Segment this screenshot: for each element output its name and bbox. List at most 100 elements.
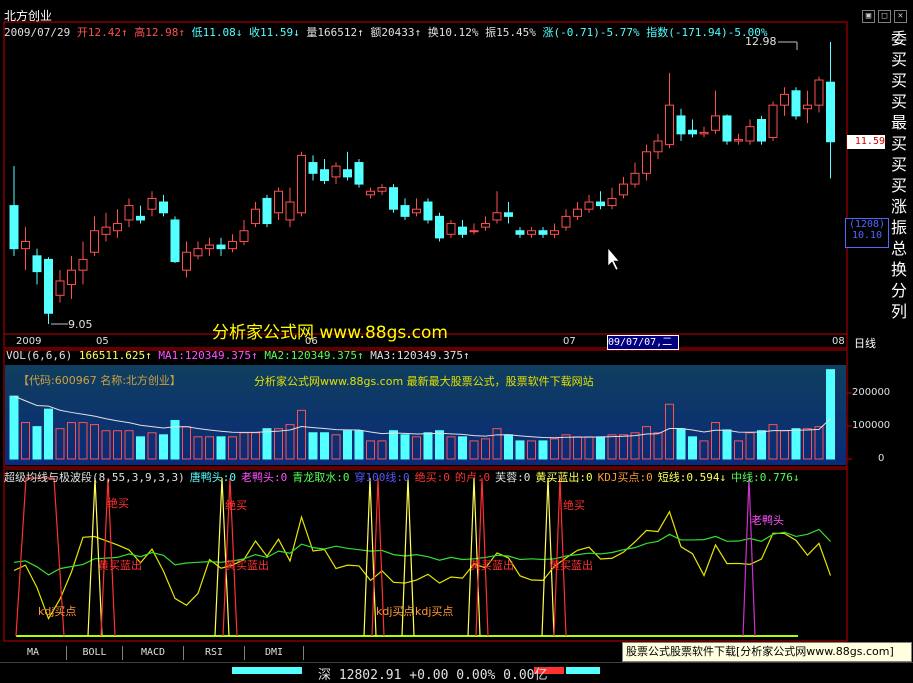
- restore-icon[interactable]: ▣: [862, 10, 875, 23]
- right-strip-label[interactable]: 买: [888, 154, 910, 175]
- right-strip-label[interactable]: 最: [888, 112, 910, 133]
- candle-body: [285, 201, 295, 221]
- open-label: 开: [76, 26, 88, 39]
- close-value: 11.59: [259, 26, 294, 39]
- volume-bar: [676, 428, 686, 460]
- maximize-icon[interactable]: □: [878, 10, 891, 23]
- last-price-tag: 11.59: [847, 135, 885, 149]
- amount-value: 20433: [381, 26, 415, 39]
- candle-body: [768, 104, 778, 138]
- mouse-cursor-icon: [607, 247, 620, 271]
- tab-boll[interactable]: BOLL: [67, 646, 123, 660]
- vol-ma1: MA1:120349.375: [158, 349, 252, 362]
- candle-body: [423, 201, 433, 221]
- ad-banner[interactable]: 股票公式股票软件下载[分析家公式网www.88gs.com]: [622, 642, 912, 662]
- signal-label: kdj买点: [415, 605, 454, 618]
- candle-body: [573, 208, 582, 217]
- right-strip-label[interactable]: 买: [888, 133, 910, 154]
- counter-tag: (1208) 10.10: [845, 218, 889, 248]
- indicator-legend-item: 短线:0.594↓: [657, 471, 727, 484]
- volume-bar: [9, 395, 19, 460]
- indicator-legend-item: 的卢:0: [454, 471, 491, 484]
- indicator-legend-item: 青龙取水:0: [292, 471, 350, 484]
- candle-body: [228, 240, 237, 250]
- tab-rsi[interactable]: RSI: [184, 646, 245, 660]
- volume-bar: [216, 436, 226, 460]
- candle-body: [366, 190, 375, 196]
- volume-bar: [423, 432, 433, 460]
- tab-ma[interactable]: MA: [0, 646, 67, 660]
- volume-ad-text: 分析家公式网www.88gs.com 最新最大股票公式，股票软件下载网站: [254, 375, 594, 388]
- open-value: 12.42: [87, 26, 121, 39]
- candle-body: [561, 215, 571, 228]
- candle-body: [676, 115, 686, 135]
- right-strip-label[interactable]: 买: [888, 91, 910, 112]
- candle-body: [699, 131, 709, 135]
- right-strip-label[interactable]: 委: [888, 28, 910, 49]
- right-strip-label[interactable]: 换: [888, 259, 910, 280]
- candle-body: [251, 208, 260, 225]
- right-strip-label[interactable]: 涨: [888, 196, 910, 217]
- volume-bar: [262, 428, 272, 460]
- candle-body: [113, 223, 122, 232]
- vol-ma3: MA3:120349.375: [370, 349, 463, 362]
- close-icon[interactable]: ✕: [894, 10, 907, 23]
- candle-body: [343, 169, 352, 178]
- right-strip-label[interactable]: 分: [888, 280, 910, 301]
- vol-value: 166511.625: [78, 349, 146, 362]
- candle-body: [826, 81, 835, 143]
- volume-bar: [400, 434, 410, 460]
- volume-bar: [354, 430, 364, 460]
- right-strip-label[interactable]: 买: [888, 175, 910, 196]
- candle-body: [814, 79, 824, 106]
- volume-bar: [458, 436, 467, 460]
- candle-body: [55, 280, 65, 296]
- vol-ma2: MA2:120349.375: [264, 349, 358, 362]
- candle-body: [584, 201, 594, 210]
- candle-body: [147, 197, 157, 210]
- candle-body: [435, 215, 444, 239]
- price-panel-border: [3, 21, 848, 349]
- candle-body: [607, 197, 617, 207]
- candle-body: [308, 162, 318, 174]
- chart-canvas: [3, 21, 852, 642]
- candle-body: [412, 208, 421, 214]
- period-label[interactable]: 日线: [854, 335, 876, 351]
- volume-bar: [44, 408, 53, 460]
- candle-body: [297, 154, 306, 214]
- status-bar-cyan-block: [232, 667, 302, 674]
- right-strip-label[interactable]: 总: [888, 238, 910, 259]
- candle-body: [262, 197, 272, 225]
- volume-bar: [596, 436, 605, 460]
- indicator-legend-item: 中线:0.776↓: [731, 471, 800, 484]
- tab-dmi[interactable]: DMI: [245, 646, 304, 660]
- vol-ytick-100000: 100000: [852, 420, 891, 431]
- tab-macd[interactable]: MACD: [123, 646, 184, 660]
- indicator-legend: 超级均线与极波段(8,55,3,9,3,3) 唐鸭头:0 老鸭头:0 青龙取水:0 穿1…: [4, 469, 804, 485]
- quote-date: 2009/07/29: [4, 26, 71, 39]
- quote-info-line: 2009/07/29 开12.42↑ 高12.98↑ 低11.08↓ 收11.5…: [4, 26, 768, 39]
- date-tick-2009: 2009: [16, 336, 42, 347]
- right-strip-label[interactable]: 列: [888, 301, 910, 322]
- indicator-legend-item: 穿100线:0: [354, 471, 410, 484]
- signal-label: 黄买蓝出: [225, 559, 269, 572]
- volume-bar: [791, 428, 801, 460]
- right-strip-label[interactable]: 买: [888, 70, 910, 91]
- candle-body: [446, 223, 456, 235]
- amount-label: 额: [370, 26, 382, 39]
- vol-ytick-200000: 200000: [852, 387, 891, 398]
- candle-body: [492, 212, 502, 221]
- volume-bar: [343, 430, 352, 460]
- candle-body: [803, 104, 812, 110]
- volume-bar: [538, 440, 548, 460]
- candle-body: [550, 230, 559, 235]
- volume-bar: [320, 432, 329, 460]
- candle-body: [688, 129, 697, 135]
- volume-bar: [722, 429, 732, 460]
- right-strip-label[interactable]: 买: [888, 49, 910, 70]
- status-bar-cyan-block-2: [566, 667, 600, 674]
- right-strip-label[interactable]: 振: [888, 217, 910, 238]
- candle-body: [791, 90, 801, 117]
- volume-value: 166512: [317, 26, 358, 39]
- candle-body: [757, 118, 766, 142]
